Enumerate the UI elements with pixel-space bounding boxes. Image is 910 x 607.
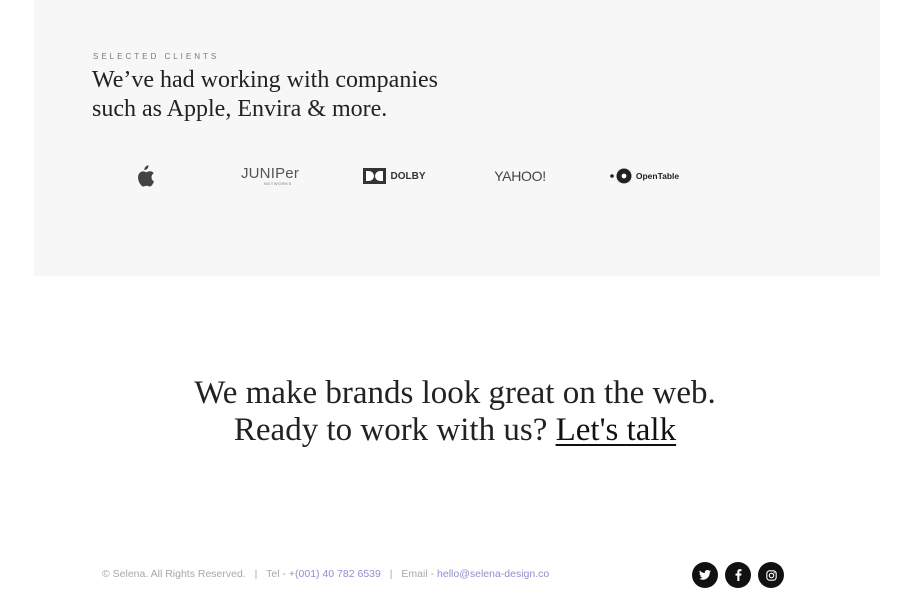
- copyright-text: © Selena. All Rights Reserved.: [102, 568, 246, 580]
- client-logos: JUNIPer NETWORKS DOLBY YAHOO! OpenTable: [34, 158, 880, 194]
- email-label: Email -: [401, 568, 435, 580]
- twitter-icon[interactable]: [692, 562, 718, 588]
- clients-heading: We’ve had working with companies such as…: [92, 66, 512, 124]
- clients-heading-line-2: such as Apple, Envira & more.: [92, 96, 388, 122]
- cta-section: We make brands look great on the web. Re…: [0, 375, 910, 449]
- dolby-logo: DOLBY: [361, 158, 427, 194]
- yahoo-logo: YAHOO!: [494, 168, 546, 184]
- clients-section: SELECTED CLIENTS We’ve had working with …: [34, 0, 880, 276]
- facebook-icon[interactable]: [725, 562, 751, 588]
- tel-link[interactable]: +(001) 40 782 6539: [289, 568, 381, 580]
- tel-label: Tel -: [266, 568, 286, 580]
- clients-heading-line-1: We’ve had working with companies: [92, 67, 438, 93]
- footer-divider: |: [254, 568, 258, 580]
- instagram-icon[interactable]: [758, 562, 784, 588]
- juniper-logo: JUNIPer NETWORKS: [240, 164, 300, 186]
- cta-line-2-prefix: Ready to work with us?: [233, 412, 548, 448]
- opentable-logo: OpenTable: [607, 158, 681, 194]
- email-link[interactable]: hello@selena-design.co: [437, 568, 549, 580]
- cta-line-2: Ready to work with us? Let's talk: [0, 412, 910, 449]
- footer-divider: |: [389, 568, 393, 580]
- footer-contact: © Selena. All Rights Reserved. | Tel - +…: [102, 568, 549, 580]
- cta-line-1: We make brands look great on the web.: [194, 375, 716, 411]
- section-eyebrow: SELECTED CLIENTS: [93, 52, 220, 61]
- apple-logo-icon: [130, 158, 158, 194]
- lets-talk-link[interactable]: Let's talk: [556, 412, 677, 448]
